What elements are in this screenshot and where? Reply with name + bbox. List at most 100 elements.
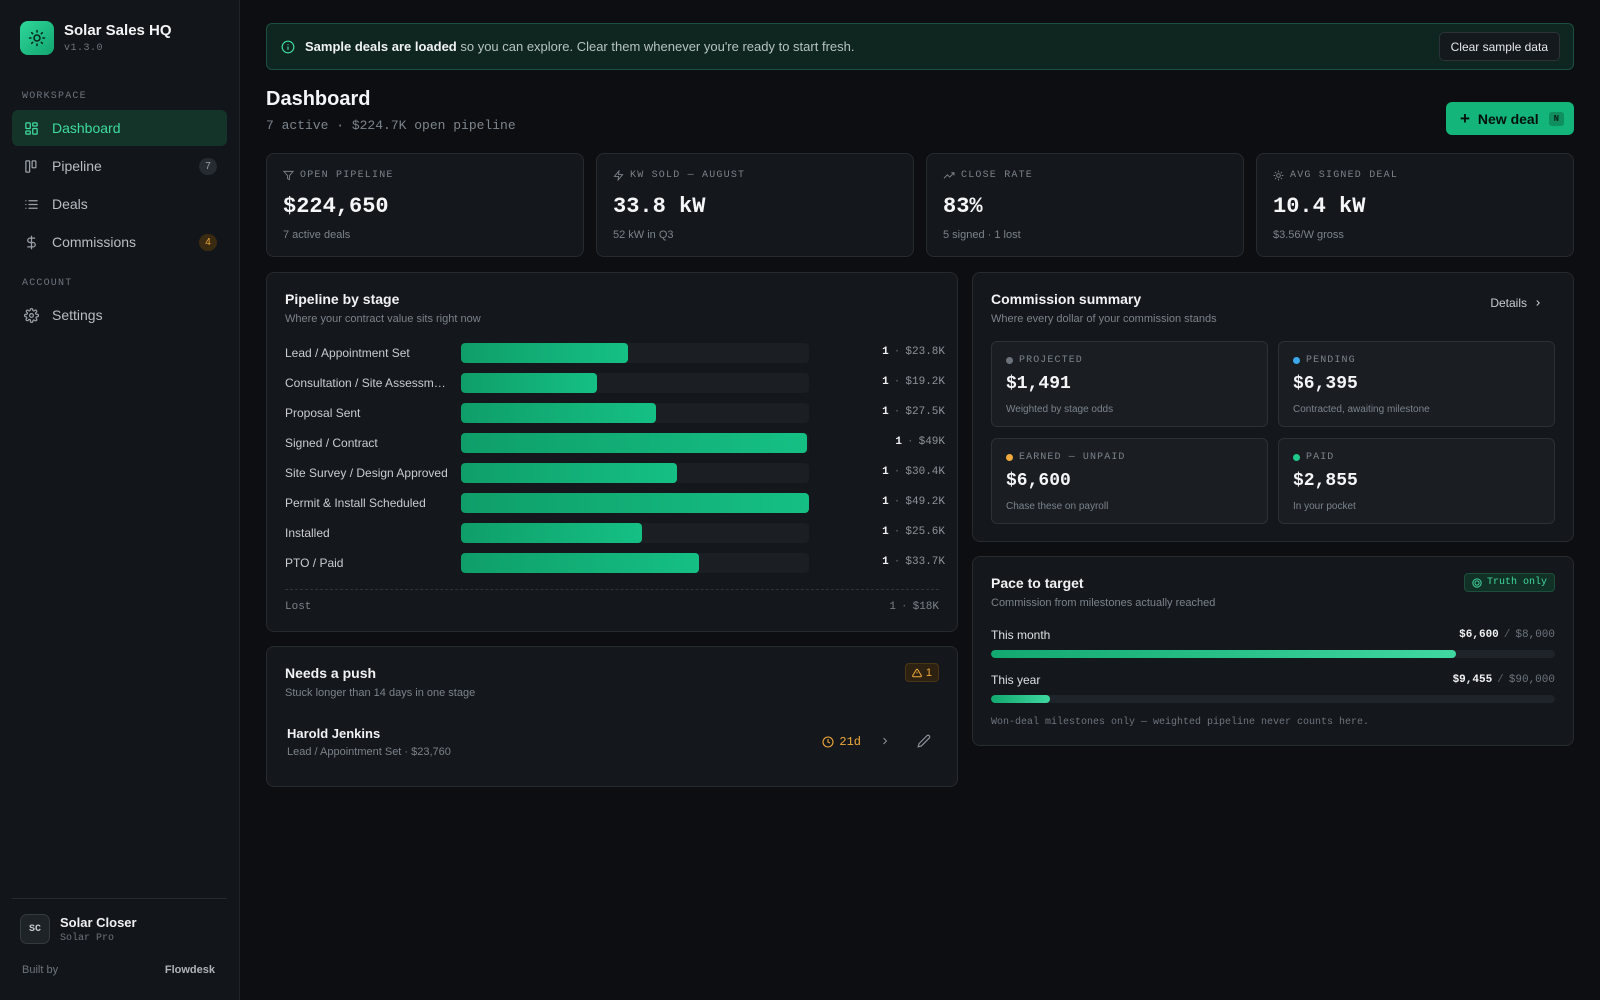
pace-year-target: $90,000 [1508,674,1555,686]
new-deal-button[interactable]: + New deal N [1445,102,1574,135]
user-role: Solar Pro [60,932,115,944]
lost-label: Lost [285,601,312,613]
stage-bar [461,373,597,393]
sidebar-item-deals[interactable]: Deals [12,186,227,222]
card-subtitle: Commission from milestones actually reac… [991,597,1216,609]
stage-bar-track [461,463,809,483]
stage-name: PTO / Paid [285,556,344,570]
edit-pencil-icon[interactable] [917,734,931,748]
stage-meta: 1 · $25.6K [882,526,945,538]
pace-year-amount: $9,455 [1452,674,1493,686]
commissions-count-badge: 4 [199,234,217,251]
stat-label: CLOSE RATE [961,170,1034,181]
stat-sub: $3.56/W gross [1273,229,1344,241]
stage-meta: 1 · $33.7K [882,556,945,568]
card-title: Pace to target [991,575,1084,591]
status-dot [1293,357,1300,364]
stage-count: 1 [882,376,889,388]
stage-name: Consultation / Site Assessm… [285,376,446,390]
banner-message-rest: so you can explore. Clear them whenever … [456,39,855,54]
stat-sub: 7 active deals [283,229,351,241]
stat-label: OPEN PIPELINE [300,170,394,181]
stage-bar-track [461,553,809,573]
pace-year-label: This year [991,673,1041,687]
stage-amount: $30.4K [905,466,945,478]
stat-sub: 5 signed · 1 lost [943,229,1021,241]
nav-section-workspace: WORKSPACE [22,91,87,102]
stage-amount: $25.6K [905,526,945,538]
stat-value: 83% [943,194,983,219]
commission-tile-projected: PROJECTED $1,491 Weighted by stage odds [991,341,1268,427]
pipeline-by-stage-card: Pipeline by stage Where your contract va… [266,272,958,632]
separator: / [1497,674,1504,686]
stage-amount: $19.2K [905,376,945,388]
stat-card-avg-signed-deal: AVG SIGNED DEAL 10.4 kW $3.56/W gross [1256,153,1574,257]
chevron-right-icon[interactable] [879,735,891,747]
sidebar-item-settings[interactable]: Settings [12,297,227,333]
stage-row[interactable]: PTO / Paid 1 · $33.7K [285,553,945,573]
status-dot [1006,357,1013,364]
status-dot [1006,454,1013,461]
page-subtitle: 7 active · $224.7K open pipeline [266,118,516,133]
target-icon [1472,577,1482,588]
clear-sample-data-button[interactable]: Clear sample data [1438,32,1560,61]
company-link[interactable]: Flowdesk [165,964,215,976]
stage-amount: $49K [918,436,945,448]
card-title: Commission summary [991,291,1142,307]
app-name: Solar Sales HQ [64,22,172,39]
commission-tile-earned-unpaid: EARNED — UNPAID $6,600 Chase these on pa… [991,438,1268,524]
dashboard-icon [23,120,39,136]
pace-note: Won-deal milestones only — weighted pipe… [991,717,1370,728]
needs-a-push-card: Needs a push Stuck longer than 14 days i… [266,646,958,787]
clock-icon [822,736,834,748]
stage-bar-track [461,373,809,393]
stage-row[interactable]: Lead / Appointment Set 1 · $23.8K [285,343,945,363]
stage-count: 1 [882,556,889,568]
stage-count: 1 [882,466,889,478]
stage-meta: 1 · $30.4K [882,466,945,478]
stage-row[interactable]: Proposal Sent 1 · $27.5K [285,403,945,423]
deal-age-value: 21d [839,735,861,749]
pace-month-fill [991,650,1457,658]
stage-count: 1 [895,436,902,448]
lost-amount: $18K [912,601,939,613]
avatar: SC [20,914,50,944]
details-label: Details [1490,296,1527,310]
brand[interactable]: Solar Sales HQ v1.3.0 [20,21,172,55]
stage-row[interactable]: Site Survey / Design Approved 1 · $30.4K [285,463,945,483]
card-title: Needs a push [285,665,377,681]
tile-subtitle: In your pocket [1293,501,1356,512]
sidebar-item-commissions[interactable]: Commissions 4 [12,224,227,260]
sidebar-item-label: Dashboard [52,120,121,136]
stage-bar [461,493,809,513]
truth-only-badge: Truth only [1463,573,1555,592]
lost-divider [285,589,939,590]
tile-label: PROJECTED [1019,355,1083,366]
stage-name: Signed / Contract [285,436,378,450]
stage-bar-track [461,343,809,363]
card-title: Pipeline by stage [285,291,400,307]
app-version: v1.3.0 [64,43,104,54]
tile-value: $6,600 [1006,471,1071,491]
stat-value: 33.8 kW [613,194,706,219]
pace-to-target-card: Pace to target Commission from milestone… [972,556,1574,746]
user-profile[interactable]: SC Solar Closer Solar Pro [20,914,137,944]
commission-tile-pending: PENDING $6,395 Contracted, awaiting mile… [1278,341,1555,427]
sun-logo-icon [20,21,54,55]
sidebar-item-pipeline[interactable]: Pipeline 7 [12,148,227,184]
stage-count: 1 [882,346,889,358]
info-icon [281,40,295,54]
sidebar-item-dashboard[interactable]: Dashboard [12,110,227,146]
details-link[interactable]: Details [1490,296,1543,310]
stage-amount: $49.2K [905,496,945,508]
stage-row[interactable]: Signed / Contract 1 · $49K [285,433,945,453]
stage-row[interactable]: Consultation / Site Assessm… 1 · $19.2K [285,373,945,393]
stage-name: Site Survey / Design Approved [285,466,448,480]
stage-count: 1 [882,526,889,538]
stage-bar [461,553,700,573]
pace-month-amount: $6,600 [1459,629,1499,641]
stage-row[interactable]: Permit & Install Scheduled 1 · $49.2K [285,493,945,513]
separator: · [893,376,901,388]
stage-row[interactable]: Installed 1 · $25.6K [285,523,945,543]
stage-meta: 1 · $49K [895,436,945,448]
